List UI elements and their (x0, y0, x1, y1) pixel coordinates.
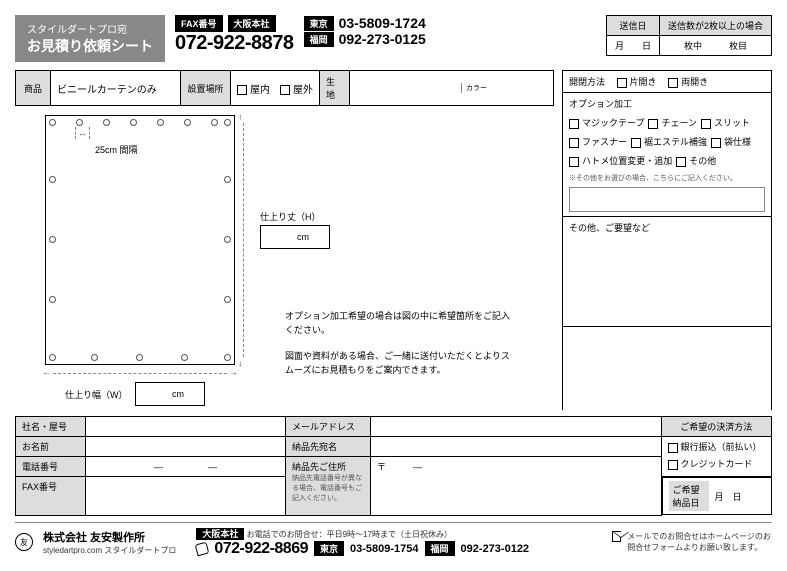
product-label: 商品 (16, 71, 51, 105)
ship-addr-input[interactable]: 〒 ― (371, 457, 662, 516)
footer-contact: 大阪本社 お電話でのお問合せ：平日9時～17時まで（土日祝休み） 072-922… (196, 527, 529, 558)
mail-icon (612, 531, 621, 542)
open-double-option[interactable]: 両開き (668, 77, 708, 87)
outdoor-option[interactable]: 屋外 (280, 81, 313, 96)
logo-icon: 友 (15, 533, 33, 551)
diagram-note2: 図面や資料がある場合、ご一緒に送付いただくとよりスムーズにお見積もりをご案内でき… (285, 350, 515, 377)
tel-input[interactable]: ― ― (86, 457, 286, 477)
checkbox-icon (280, 85, 290, 95)
tokyo-badge: 東京 (304, 16, 334, 31)
other-requests[interactable]: その他、ご要望など (563, 217, 771, 327)
subtitle: スタイルダートプロ宛 (27, 21, 153, 36)
footer-osaka-tel: 072-922-8869 (214, 540, 308, 558)
pay-bank-option[interactable]: 銀行振込（前払い） (668, 440, 766, 453)
multi-label: 送信数が2枚以上の場合 (659, 16, 771, 36)
fabric-label: 生地 (320, 71, 350, 105)
tokyo-number: 03-5809-1724 (339, 15, 426, 31)
option-7[interactable]: その他 (676, 154, 716, 167)
height-input[interactable]: cm (260, 225, 330, 249)
checkbox-icon (237, 85, 247, 95)
fabric-input[interactable]: カラー (350, 71, 553, 105)
title-box: スタイルダートプロ宛 お見積り依頼シート (15, 15, 165, 62)
width-label: 仕上り幅（W） (65, 388, 128, 401)
options-note: ※その他をお選びの場合、こちらにご記入ください。 (569, 173, 765, 183)
option-6[interactable]: ハトメ位置変更・追加 (569, 154, 672, 167)
osaka-badge: 大阪本社 (228, 15, 276, 32)
open-method: 開閉方法 片開き 両開き (563, 71, 771, 93)
ship-name-input[interactable] (371, 437, 662, 457)
product-value: ビニールカーテンのみ (51, 71, 181, 105)
footer-fukuoka-tel: 092-273-0122 (461, 543, 530, 555)
place-label: 設置場所 (181, 71, 231, 105)
spec-row: 商品 ビニールカーテンのみ 設置場所 屋内 屋外 生地 カラー (15, 70, 554, 106)
title: お見積り依頼シート (27, 36, 153, 56)
company-block: 株式会社 友安製作所 styledartpro.com スタイルダートプロ (43, 529, 176, 556)
fax-input[interactable] (86, 477, 286, 516)
right-column: 開閉方法 片開き 両開き オプション加工 マジックテープチェーンスリットファスナ… (562, 70, 772, 410)
options-notebox[interactable] (569, 187, 765, 212)
width-arrow: ← → (45, 370, 235, 378)
height-arrow: ↑ ↓ (240, 115, 248, 365)
phone-icon (195, 541, 210, 556)
fax-label: FAX番号 (16, 477, 86, 516)
option-4[interactable]: 裾エステル補強 (631, 135, 707, 148)
footer: 友 株式会社 友安製作所 styledartpro.com スタイルダートプロ … (15, 522, 772, 558)
multi-value[interactable]: 枚中 枚目 (659, 36, 771, 56)
fukuoka-number: 092-273-0125 (339, 31, 426, 47)
header: スタイルダートプロ宛 お見積り依頼シート FAX番号 大阪本社 072-922-… (15, 15, 772, 62)
pay-card-option[interactable]: クレジットカード (668, 457, 766, 470)
option-5[interactable]: 袋仕様 (711, 135, 751, 148)
osaka-fax-number: 072-922-8878 (175, 32, 294, 55)
color-label: カラー (461, 83, 487, 93)
option-0[interactable]: マジックテープ (569, 116, 644, 129)
option-1[interactable]: チェーン (648, 116, 697, 129)
deliver-cell[interactable]: ご希望納品日 月 日 (662, 477, 772, 515)
footer-tokyo-tel: 03-5809-1754 (350, 543, 419, 555)
name-label: お名前 (16, 437, 86, 457)
branch-block: 東京 03-5809-1724 福岡 092-273-0125 (304, 15, 426, 47)
width-input[interactable]: cm (135, 382, 205, 406)
deliver-label: ご希望納品日 (669, 481, 709, 511)
curtain-diagram: ↔ 25cm 間隔 ↑ ↓ 仕上り丈（H） cm ← → 仕上り幅（W） cm … (15, 110, 554, 410)
spacing-marker: ↔ (75, 127, 90, 139)
open-single-option[interactable]: 片開き (617, 77, 657, 87)
option-2[interactable]: スリット (701, 116, 750, 129)
company-label: 社名・屋号 (16, 417, 86, 437)
email-label: メールアドレス (286, 417, 371, 437)
spacing-label: 25cm 間隔 (95, 143, 138, 156)
brand-name: styledartpro.com スタイルダートプロ (43, 545, 176, 556)
send-date-label: 送信日 (606, 16, 659, 36)
send-table: 送信日 送信数が2枚以上の場合 月 日 枚中 枚目 (606, 15, 772, 56)
company-name: 株式会社 友安製作所 (43, 529, 176, 545)
company-input[interactable] (86, 417, 286, 437)
name-input[interactable] (86, 437, 286, 457)
options-title: オプション加工 (569, 97, 765, 110)
tel-label: 電話番号 (16, 457, 86, 477)
fukuoka-badge: 福岡 (304, 32, 334, 47)
ship-addr-label: 納品先ご住所 納品先電話番号が異なる場合、電話番号もご記入ください。 (286, 457, 371, 516)
body-row: 商品 ビニールカーテンのみ 設置場所 屋内 屋外 生地 カラー (15, 70, 772, 410)
send-date-value[interactable]: 月 日 (606, 36, 659, 56)
email-input[interactable] (371, 417, 662, 437)
option-3[interactable]: ファスナー (569, 135, 627, 148)
indoor-option[interactable]: 屋内 (237, 81, 270, 96)
diagram-note1: オプション加工希望の場合は図の中に希望箇所をご記入ください。 (285, 310, 515, 337)
ship-name-label: 納品先宛名 (286, 437, 371, 457)
contact-table: 社名・屋号 メールアドレス ご希望の決済方法 お名前 納品先宛名 銀行振込（前払… (15, 416, 772, 516)
options-section: オプション加工 マジックテープチェーンスリットファスナー裾エステル補強袋仕様ハト… (563, 93, 771, 217)
pay-options: 銀行振込（前払い） クレジットカード (661, 437, 772, 477)
height-label: 仕上り丈（H） (260, 210, 321, 223)
footer-mail: メールでのお問合せはホームページのお問合せフォームよりお願い致します。 (612, 531, 772, 553)
pay-label: ご希望の決済方法 (661, 417, 772, 437)
curtain-rect (45, 115, 235, 365)
fax-block: FAX番号 大阪本社 072-922-8878 (175, 15, 294, 55)
fax-label-badge: FAX番号 (175, 15, 223, 32)
